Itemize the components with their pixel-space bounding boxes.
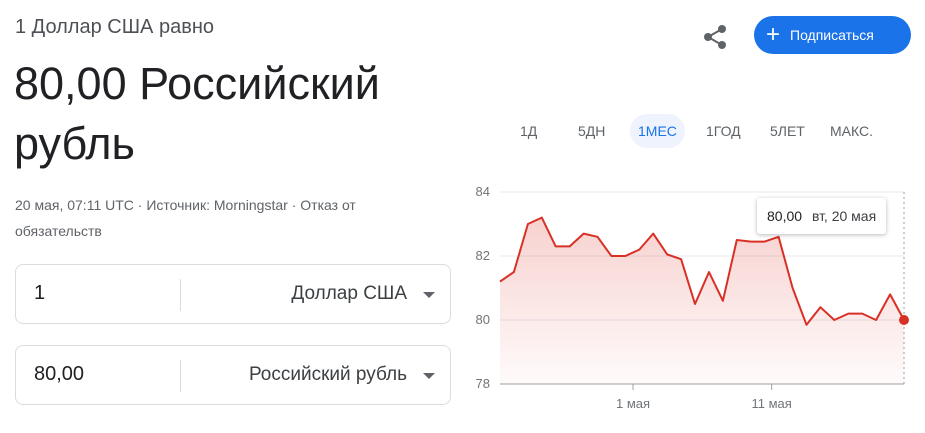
tooltip-value: 80,00 [767,208,803,224]
to-currency-box: 80,00 Российский рубль [15,345,451,405]
tab-1d[interactable]: 1Д [512,114,545,148]
to-amount-input[interactable]: 80,00 [34,363,84,386]
tooltip-date: вт, 20 мая [811,208,877,224]
source-meta: 20 мая, 07:11 UTC · Источник: Morningsta… [15,192,425,244]
series-area [500,217,904,384]
share-icon[interactable] [700,22,730,52]
tab-1y[interactable]: 1ГОД [698,114,749,148]
chevron-down-icon[interactable] [423,292,435,298]
chevron-down-icon[interactable] [423,373,435,379]
subscribe-label: Подписаться [790,27,874,43]
result-line-1: 80,00 Российский [14,58,380,109]
x-tick-label: 11 мая [751,396,791,411]
meta-source: Источник: Morningstar [146,197,288,213]
divider [180,360,181,392]
tab-1m[interactable]: 1МЕС [630,114,685,148]
y-tick-label: 80 [476,312,490,327]
x-tick-label: 1 мая [616,396,650,411]
last-point-marker [899,315,909,325]
conversion-result: 80,00 Российский рубль [14,54,454,174]
to-currency-select[interactable]: Российский рубль [249,364,407,386]
meta-separator: · [291,197,301,213]
result-line-2: рубль [14,118,135,169]
y-tick-label: 78 [476,376,490,391]
y-tick-label: 82 [476,248,490,263]
conversion-subtitle: 1 Доллар США равно [15,16,214,38]
y-tick-label: 84 [476,184,490,199]
chart-tooltip: 80,00 вт, 20 мая [757,198,887,234]
plus-icon: + [766,21,781,48]
from-currency-select[interactable]: Доллар США [291,283,407,305]
meta-date: 20 мая, 07:11 UTC [15,197,134,213]
tab-max[interactable]: МАКС. [822,114,881,148]
tab-5y[interactable]: 5ЛЕТ [762,114,813,148]
from-currency-box: 1 Доллар США [15,264,451,324]
divider [180,279,181,311]
tab-5d[interactable]: 5ДН [570,114,613,148]
subscribe-button[interactable]: + Подписаться [754,16,911,54]
from-amount-input[interactable]: 1 [34,282,45,305]
